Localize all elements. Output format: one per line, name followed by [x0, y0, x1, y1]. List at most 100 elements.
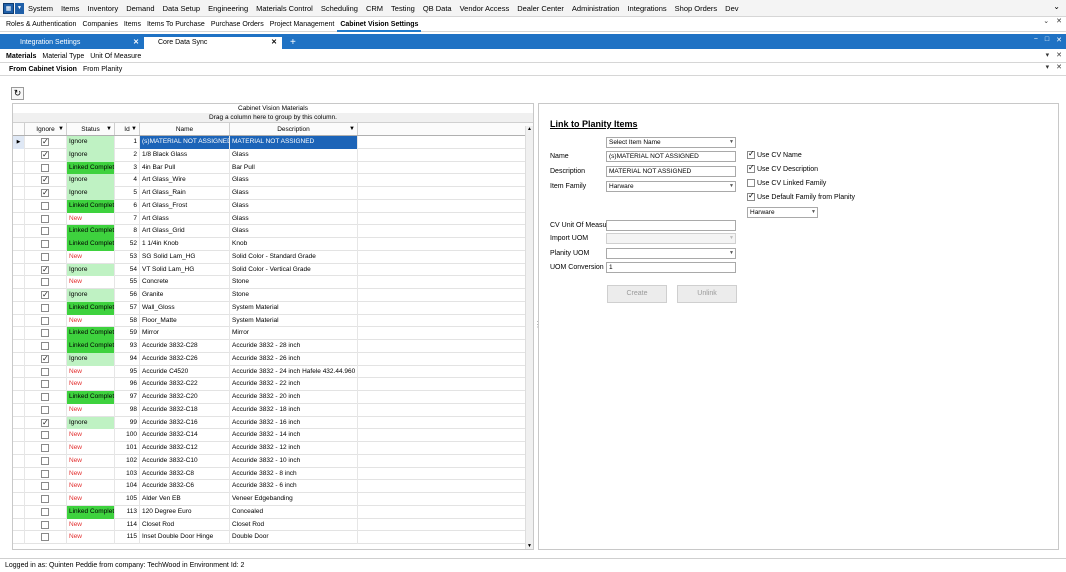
ignore-checkbox[interactable]: [41, 214, 49, 223]
nav-item-items-to-purchase[interactable]: Items To Purchase: [144, 17, 208, 32]
select-item-dropdown[interactable]: Select Item Name ▼: [606, 137, 736, 148]
ignore-cell[interactable]: [25, 314, 67, 328]
table-row[interactable]: Ignore99Accuride 3832-C16Accuride 3832 -…: [13, 416, 533, 430]
ignore-cell[interactable]: [25, 493, 67, 506]
table-row[interactable]: Ignore5Art Glass_RainGlass: [13, 187, 533, 200]
uom-conversion-field[interactable]: 1: [606, 262, 736, 273]
menu-item-inventory[interactable]: Inventory: [83, 4, 122, 13]
ignore-checkbox[interactable]: [41, 289, 49, 302]
ignore-checkbox[interactable]: [41, 507, 49, 516]
table-row[interactable]: New 98 Accuride 3832-C18 Accuride 3832 - 18…: [13, 403, 533, 417]
ignore-checkbox[interactable]: [41, 405, 49, 414]
ignore-cell[interactable]: [25, 289, 67, 302]
create-button[interactable]: Create: [607, 285, 667, 303]
menu-item-testing[interactable]: Testing: [387, 4, 419, 13]
ignore-checkbox[interactable]: [41, 482, 49, 491]
nav-item-purchase-orders[interactable]: Purchase Orders: [208, 17, 267, 32]
checkbox-icon[interactable]: [747, 179, 755, 187]
row-selector[interactable]: [13, 378, 25, 391]
table-row[interactable]: New 105 Alder Ven EB Veneer Edgebanding: [13, 493, 533, 506]
ignore-cell[interactable]: [25, 416, 67, 430]
row-selector[interactable]: [13, 467, 25, 481]
table-row[interactable]: Linked Complete 97 Accuride 3832-C20 Accuri…: [13, 391, 533, 404]
menu-item-dealer-center[interactable]: Dealer Center: [513, 4, 568, 13]
ignore-checkbox[interactable]: [41, 444, 49, 452]
close-tab-icon[interactable]: ✕: [133, 37, 139, 49]
menu-item-system[interactable]: System: [24, 4, 57, 13]
row-selector[interactable]: [13, 314, 25, 328]
table-row[interactable]: New 102 Accuride 3832-C10 Accuride 3832 - 1…: [13, 454, 533, 468]
tab-unit-of-measure[interactable]: Unit Of Measure: [87, 53, 144, 60]
checkbox-icon[interactable]: [747, 191, 755, 201]
row-selector[interactable]: [13, 454, 25, 468]
row-selector[interactable]: [13, 327, 25, 340]
ignore-checkbox[interactable]: [41, 520, 49, 529]
ignore-checkbox[interactable]: [41, 329, 49, 338]
row-selector[interactable]: [13, 289, 25, 302]
table-row[interactable]: New 53 SG Solid Lam_HG Solid Color - Standa…: [13, 250, 533, 264]
collapse-icon[interactable]: ▾: [1046, 51, 1050, 59]
menu-item-qb-data[interactable]: QB Data: [419, 4, 456, 13]
ignore-cell[interactable]: [25, 454, 67, 468]
table-row[interactable]: Ignore54VT Solid Lam_HGSolid Color - Ver…: [13, 263, 533, 277]
refresh-button[interactable]: ↻: [11, 87, 24, 100]
option-use-default-family-from-planity[interactable]: Use Default Family from Planity: [747, 191, 855, 201]
planity-uom-dropdown[interactable]: ▼: [606, 248, 736, 259]
ignore-cell[interactable]: [25, 378, 67, 391]
ignore-checkbox[interactable]: [41, 380, 49, 389]
document-tab[interactable]: Core Data Sync ✕: [144, 37, 282, 49]
ignore-checkbox[interactable]: [41, 353, 49, 366]
row-selector[interactable]: [13, 301, 25, 315]
ignore-checkbox[interactable]: [41, 240, 49, 248]
table-row[interactable]: Linked Complete 59 Mirror Mirror: [13, 327, 533, 340]
ignore-cell[interactable]: [25, 250, 67, 264]
ignore-cell[interactable]: [25, 136, 67, 149]
table-row[interactable]: Linked Complete 52 1 1/4in Knob Knob: [13, 238, 533, 251]
row-selector[interactable]: [13, 352, 25, 366]
table-row[interactable]: Linked Complete 8 Art Glass_Grid Glass: [13, 225, 533, 238]
table-row[interactable]: New 114 Closet Rod Closet Rod: [13, 518, 533, 532]
app-logo-icon[interactable]: ▦: [3, 2, 14, 14]
row-selector[interactable]: [13, 187, 25, 200]
menu-item-vendor-access[interactable]: Vendor Access: [456, 4, 514, 13]
table-row[interactable]: Linked Complete 57 Wall_Gloss System Materi…: [13, 301, 533, 315]
ignore-checkbox[interactable]: [41, 456, 49, 465]
table-row[interactable]: New 115 Inset Double Door Hinge Double Door: [13, 531, 533, 544]
ignore-checkbox[interactable]: [41, 149, 49, 162]
ignore-checkbox[interactable]: [41, 278, 49, 287]
close-icon[interactable]: ✕: [1056, 17, 1062, 25]
chevron-down-icon[interactable]: ▼: [729, 249, 734, 258]
ignore-cell[interactable]: [25, 187, 67, 200]
column-header-status[interactable]: Status ▼: [67, 123, 115, 135]
close-icon[interactable]: ✕: [1056, 63, 1062, 71]
ignore-checkbox[interactable]: [41, 469, 49, 478]
ignore-cell[interactable]: [25, 429, 67, 442]
row-selector[interactable]: [13, 493, 25, 506]
menu-item-demand[interactable]: Demand: [122, 4, 158, 13]
menu-item-materials-control[interactable]: Materials Control: [252, 4, 317, 13]
close-icon[interactable]: ✕: [1056, 51, 1062, 59]
ignore-cell[interactable]: [25, 148, 67, 162]
ignore-cell[interactable]: [25, 327, 67, 340]
nav-item-companies[interactable]: Companies: [79, 17, 120, 32]
row-selector[interactable]: [13, 505, 25, 519]
ignore-checkbox[interactable]: [41, 495, 49, 503]
row-selector[interactable]: [13, 365, 25, 379]
row-selector[interactable]: [13, 225, 25, 238]
close-window-icon[interactable]: ✕: [1056, 36, 1062, 44]
chevron-down-icon[interactable]: ▼: [811, 208, 816, 217]
checkbox-icon[interactable]: [747, 149, 755, 159]
row-selector[interactable]: [13, 429, 25, 442]
ignore-checkbox[interactable]: [41, 431, 49, 440]
ignore-checkbox[interactable]: [41, 367, 49, 376]
ignore-checkbox[interactable]: [41, 174, 49, 187]
table-row[interactable]: New 96 Accuride 3832-C22 Accuride 3832 - 22…: [13, 378, 533, 391]
ignore-cell[interactable]: [25, 365, 67, 379]
ignore-cell[interactable]: [25, 340, 67, 353]
description-field[interactable]: MATERIAL NOT ASSIGNED: [606, 166, 736, 177]
nav-item-roles-authentication[interactable]: Roles & Authentication: [3, 17, 79, 32]
ignore-cell[interactable]: [25, 212, 67, 226]
ignore-checkbox[interactable]: [41, 163, 49, 172]
ignore-cell[interactable]: [25, 403, 67, 417]
ignore-cell[interactable]: [25, 505, 67, 519]
